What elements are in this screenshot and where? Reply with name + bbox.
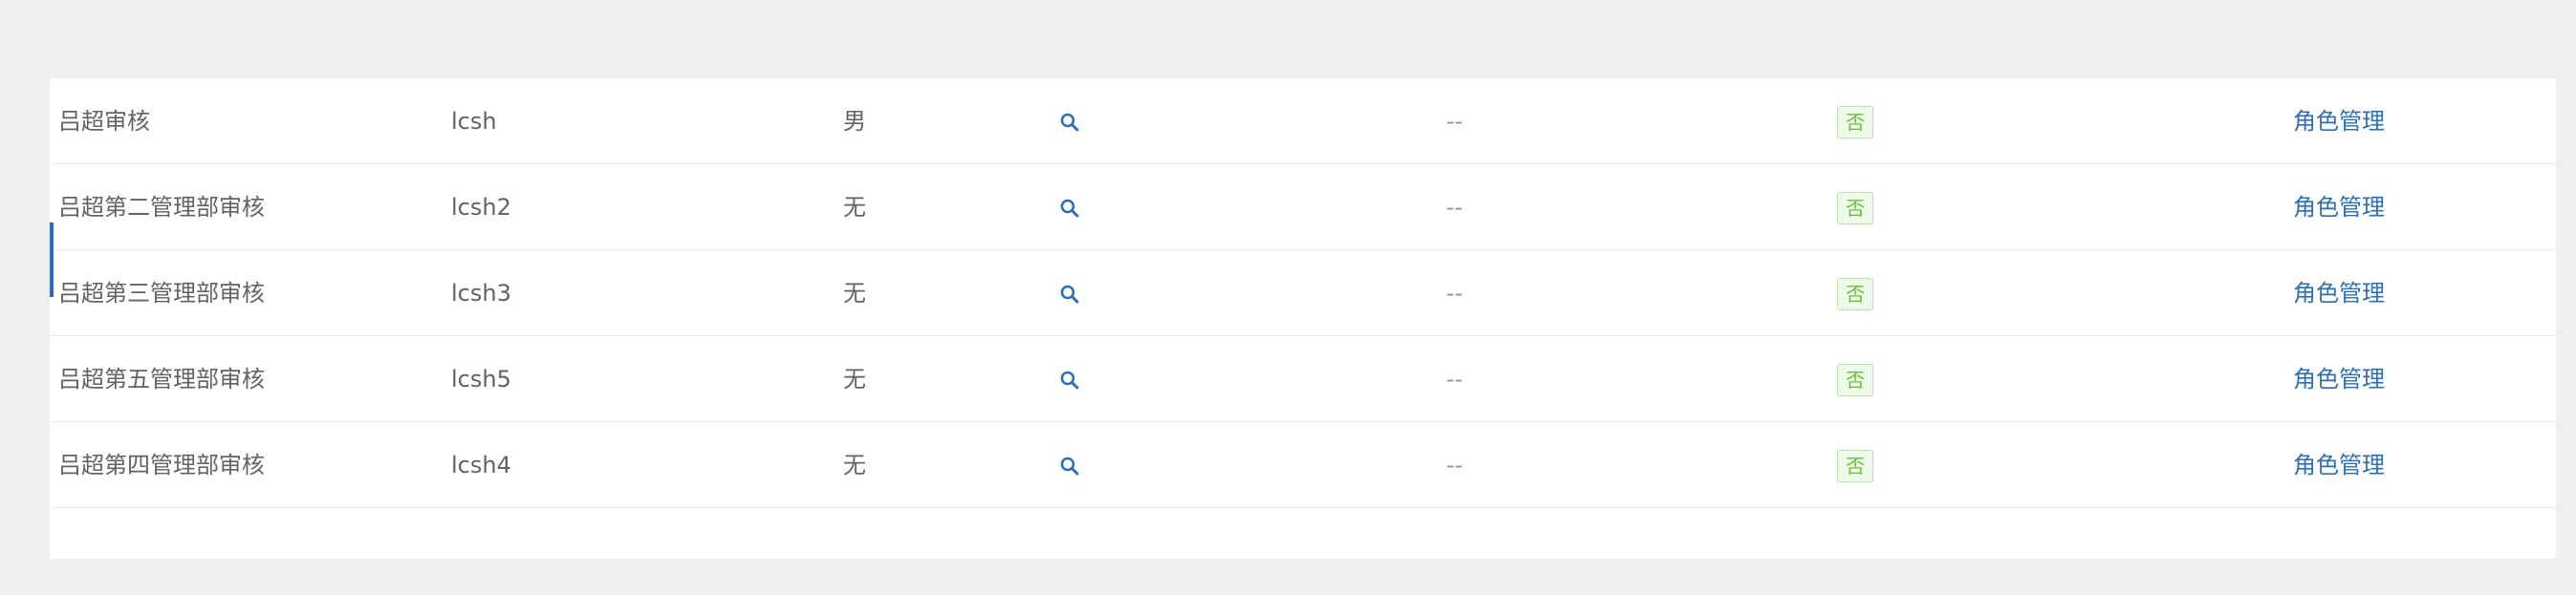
user-name-cell: 吕超第四管理部审核	[58, 452, 265, 478]
status-cell: 否	[1837, 336, 1873, 422]
status-cell: 否	[1837, 250, 1873, 336]
gender-cell: 无	[843, 452, 866, 478]
gender-cell: 无	[843, 366, 866, 393]
status-badge: 否	[1837, 106, 1873, 138]
status-badge: 否	[1837, 192, 1873, 224]
search-icon[interactable]	[1058, 197, 1081, 220]
search-icon[interactable]	[1058, 111, 1081, 134]
user-name-cell: 吕超第三管理部审核	[58, 280, 265, 307]
status-badge: 否	[1837, 278, 1873, 310]
row-selection-indicator	[50, 223, 54, 297]
role-management-link[interactable]: 角色管理	[2293, 422, 2385, 508]
role-management-link[interactable]: 角色管理	[2293, 78, 2385, 164]
empty-value-cell: --	[1446, 194, 1463, 221]
gender-cell: 无	[843, 194, 866, 221]
account-cell: lcsh2	[451, 194, 511, 221]
user-name-cell: 吕超审核	[58, 108, 150, 135]
table-row: 吕超审核 lcsh 男 -- 否 角色管理	[50, 78, 2556, 164]
status-cell: 否	[1837, 422, 1873, 508]
view-cell	[1053, 336, 1086, 422]
gender-cell: 无	[843, 280, 866, 307]
empty-value-cell: --	[1446, 108, 1463, 135]
empty-value-cell: --	[1446, 280, 1463, 307]
status-badge: 否	[1837, 450, 1873, 482]
account-cell: lcsh4	[451, 452, 511, 478]
account-cell: lcsh5	[451, 366, 511, 393]
empty-value-cell: --	[1446, 452, 1463, 478]
user-name-cell: 吕超第二管理部审核	[58, 194, 265, 221]
gender-cell: 男	[843, 108, 866, 135]
search-icon[interactable]	[1058, 369, 1081, 392]
search-icon[interactable]	[1058, 455, 1081, 478]
status-badge: 否	[1837, 364, 1873, 396]
status-cell: 否	[1837, 164, 1873, 250]
view-cell	[1053, 164, 1086, 250]
account-cell: lcsh	[451, 108, 497, 135]
table-row: 吕超第三管理部审核 lcsh3 无 -- 否 角色管理	[50, 250, 2556, 336]
search-icon[interactable]	[1058, 283, 1081, 306]
view-cell	[1053, 422, 1086, 508]
empty-value-cell: --	[1446, 366, 1463, 393]
table-row: 吕超第二管理部审核 lcsh2 无 -- 否 角色管理	[50, 164, 2556, 250]
user-table: 吕超审核 lcsh 男 -- 否 角色管理 吕超第二管理部审核 lcsh2 无 …	[50, 78, 2556, 559]
status-cell: 否	[1837, 78, 1873, 164]
view-cell	[1053, 78, 1086, 164]
role-management-link[interactable]: 角色管理	[2293, 336, 2385, 422]
user-name-cell: 吕超第五管理部审核	[58, 366, 265, 393]
table-row: 吕超第五管理部审核 lcsh5 无 -- 否 角色管理	[50, 336, 2556, 422]
role-management-link[interactable]: 角色管理	[2293, 250, 2385, 336]
view-cell	[1053, 250, 1086, 336]
role-management-link[interactable]: 角色管理	[2293, 164, 2385, 250]
table-row: 吕超第四管理部审核 lcsh4 无 -- 否 角色管理	[50, 422, 2556, 508]
account-cell: lcsh3	[451, 280, 511, 307]
